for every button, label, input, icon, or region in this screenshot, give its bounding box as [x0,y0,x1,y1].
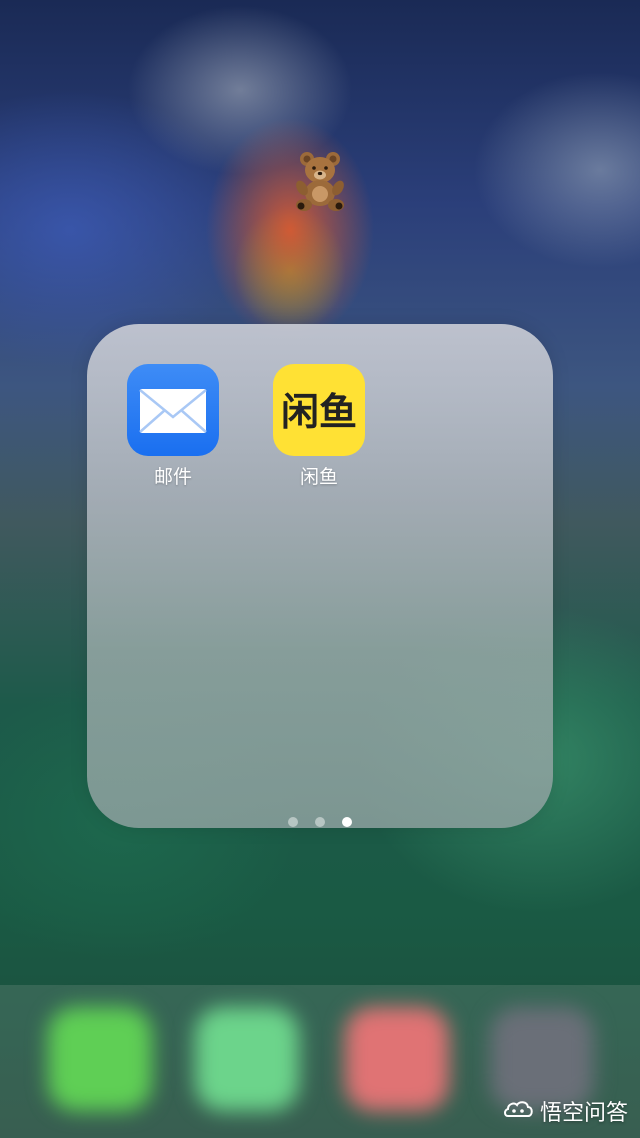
page-indicator[interactable] [87,812,553,827]
home-screen: 邮件 闲鱼 闲鱼 悟空问答 [0,0,640,1138]
app-label-mail: 邮件 [153,466,192,488]
page-dot[interactable] [315,817,325,827]
teddy-bear-icon [296,152,344,211]
app-mail[interactable]: 邮件 [127,364,219,488]
music-icon[interactable] [345,1007,449,1111]
app-folder[interactable]: 邮件 闲鱼 闲鱼 [87,324,553,828]
page-dot[interactable] [287,817,298,827]
xianyu-icon[interactable]: 闲鱼 [273,364,365,456]
page-dot-current[interactable] [342,817,353,827]
watermark-text: 悟空问答 [539,1101,628,1126]
phone-icon[interactable] [48,1007,152,1111]
mail-icon[interactable] [127,364,219,456]
messages-icon[interactable] [195,1007,299,1111]
app-xianyu[interactable]: 闲鱼 闲鱼 [273,364,365,488]
wukong-logo-icon [503,1101,533,1117]
xianyu-icon-text: 闲鱼 [281,390,357,434]
app-label-xianyu: 闲鱼 [299,466,338,488]
watermark: 悟空问答 [502,1096,628,1126]
status-bar [0,0,640,60]
